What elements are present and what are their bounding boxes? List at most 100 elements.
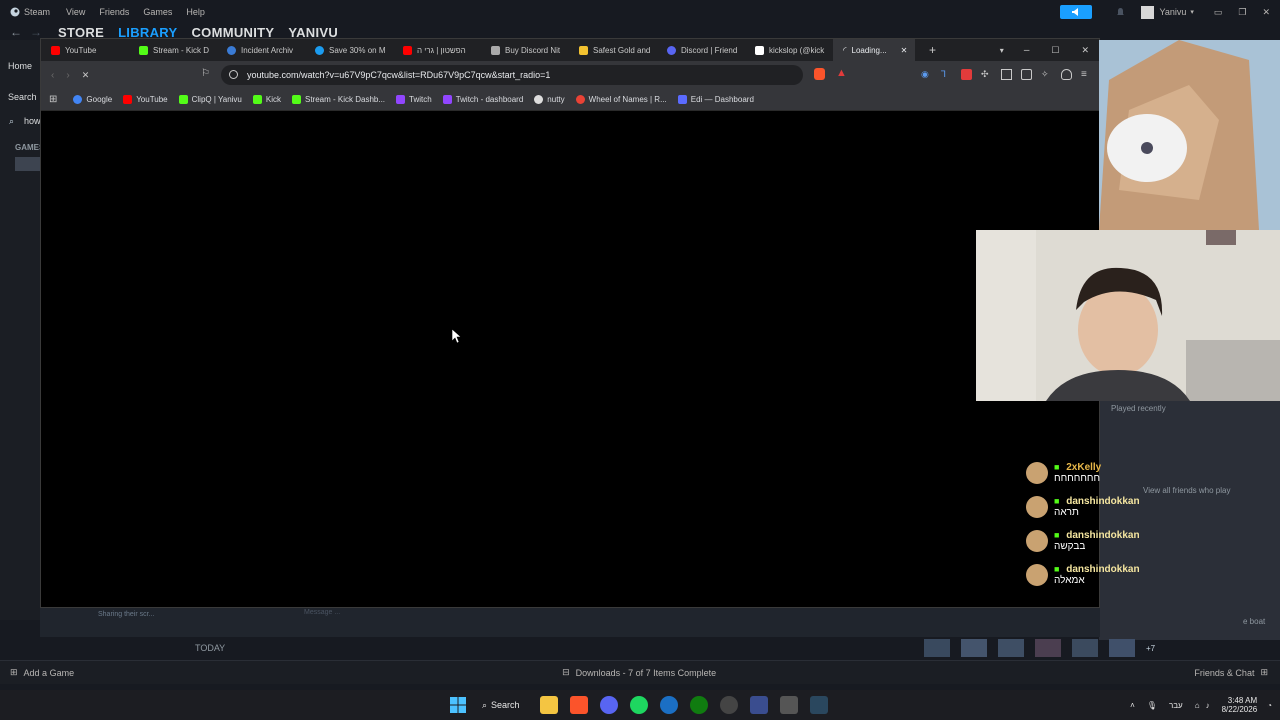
taskbar-search[interactable]: ⌕ Search <box>482 700 520 711</box>
bookmark-nutty[interactable]: nutty <box>534 95 565 104</box>
tab-youtube-hebrew[interactable]: הפשטון | גרי ה <box>393 39 481 61</box>
network-icon[interactable]: ⌂ <box>1195 701 1200 710</box>
puzzle-icon[interactable]: ✣ <box>981 69 992 80</box>
clock-date[interactable]: 8/22/2026 <box>1222 705 1258 714</box>
maximize-icon[interactable]: ☐ <box>1051 45 1059 56</box>
xbox-icon[interactable] <box>689 696 708 714</box>
spotify-icon[interactable] <box>629 696 648 714</box>
message-input[interactable]: Message ... <box>304 609 340 616</box>
game-icon[interactable] <box>961 639 987 657</box>
game-icon[interactable] <box>1072 639 1098 657</box>
steam-logo-text[interactable]: Steam <box>24 7 50 17</box>
start-button[interactable] <box>450 697 466 713</box>
downloads-status[interactable]: Downloads - 7 of 7 Items Complete <box>576 668 717 678</box>
bookmark-kick[interactable]: Kick <box>252 95 281 104</box>
arrow-app-icon[interactable] <box>779 696 798 714</box>
file-explorer-icon[interactable] <box>539 696 558 714</box>
clock-time[interactable]: 3:48 AM <box>1228 696 1257 705</box>
twitch-icon <box>442 95 452 104</box>
game-icon[interactable] <box>998 639 1024 657</box>
tab-kick-stream[interactable]: Stream - Kick D <box>129 39 217 61</box>
vpn-icon[interactable] <box>1061 69 1072 80</box>
steam-icon[interactable] <box>659 696 678 714</box>
audio-icon[interactable]: ◉ <box>921 69 932 80</box>
menu-view[interactable]: View <box>66 7 85 17</box>
bookmark-icon[interactable]: ⚐ <box>201 68 210 79</box>
minimize-icon[interactable]: ▭ <box>1214 7 1223 18</box>
address-bar[interactable]: youtube.com/watch?v=u67V9pC7qcw&list=RDu… <box>221 65 803 85</box>
game-icon[interactable] <box>1109 639 1135 657</box>
site-info-icon[interactable] <box>229 70 238 79</box>
add-game-button[interactable]: Add a Game <box>24 668 75 678</box>
microphone-icon[interactable]: 🎙 <box>1147 701 1157 710</box>
obs-icon[interactable] <box>719 696 738 714</box>
tab-youtube[interactable]: YouTube <box>41 39 129 61</box>
translate-icon[interactable]: Ꞁ <box>941 69 952 80</box>
new-tab-button[interactable]: + <box>929 43 936 57</box>
bookmark-google[interactable]: Google <box>73 95 112 104</box>
webcam-feed <box>976 230 1280 401</box>
menu-icon[interactable]: ≡ <box>1081 69 1092 80</box>
game-icon[interactable] <box>924 639 950 657</box>
extra-count: +7 <box>1146 643 1156 653</box>
maximize-icon[interactable]: ❐ <box>1238 7 1246 18</box>
menu-games[interactable]: Games <box>143 7 172 17</box>
bookmark-twitch-dashboard[interactable]: Twitch - dashboard <box>442 95 523 104</box>
brave-shields-icon[interactable] <box>814 68 825 80</box>
brave-rewards-icon[interactable]: ▲ <box>836 67 847 79</box>
kick-icon <box>252 95 262 104</box>
kick-badge-icon: ■ <box>1054 530 1060 540</box>
user-menu[interactable]: Yanivu <box>1159 7 1186 17</box>
page-viewport[interactable] <box>41 111 1099 607</box>
game-icon[interactable] <box>1035 639 1061 657</box>
tab-steam-sale[interactable]: Save 30% on M <box>305 39 393 61</box>
bookmark-wheel-of-names[interactable]: Wheel of Names | R... <box>575 95 667 104</box>
menu-friends[interactable]: Friends <box>99 7 129 17</box>
leo-icon[interactable]: ✧ <box>1041 69 1052 80</box>
bookmark-twitch[interactable]: Twitch <box>396 95 432 104</box>
app-icon[interactable] <box>749 696 768 714</box>
chat-text: בבקשה <box>1054 541 1086 552</box>
language-indicator[interactable]: עבר <box>1169 701 1183 710</box>
sidebar-icon[interactable] <box>1001 69 1012 80</box>
menu-help[interactable]: Help <box>186 7 205 17</box>
friends-chat-button[interactable]: Friends & Chat <box>1194 668 1254 678</box>
stop-loading-icon[interactable]: ✕ <box>82 70 90 81</box>
bookmark-edi-dashboard[interactable]: Edi — Dashboard <box>677 95 754 104</box>
announcement-button[interactable] <box>1060 5 1093 19</box>
close-tab-icon[interactable]: ✕ <box>901 46 908 55</box>
discord-icon[interactable] <box>599 696 618 714</box>
tab-tiktok[interactable]: kickslop (@kick <box>745 39 833 61</box>
url-text: youtube.com/watch?v=u67V9pC7qcw&list=RDu… <box>247 70 551 80</box>
sidebar-game-item[interactable] <box>15 157 40 171</box>
tab-discord-nitro[interactable]: Buy Discord Nit <box>481 39 569 61</box>
bookmark-clipq[interactable]: ClipQ | Yanivu <box>178 95 242 104</box>
notification-bell-icon[interactable]: ◔ <box>1267 701 1272 710</box>
volume-icon[interactable]: ♪ <box>1206 701 1210 710</box>
close-icon[interactable]: ✕ <box>1262 7 1270 18</box>
forward-arrow-icon[interactable]: → <box>30 25 42 39</box>
brave-icon[interactable] <box>569 696 588 714</box>
tab-incident-archive[interactable]: Incident Archiv <box>217 39 305 61</box>
bell-icon[interactable] <box>1116 7 1125 17</box>
back-icon[interactable]: ‹ <box>51 70 54 81</box>
apps-grid-icon[interactable]: ⊞ <box>49 94 57 105</box>
tab-search-icon[interactable]: ▾ <box>1000 46 1004 55</box>
minimize-icon[interactable]: – <box>1024 45 1030 56</box>
tab-gold[interactable]: Safest Gold and <box>569 39 657 61</box>
steam-client-icon[interactable] <box>809 696 828 714</box>
sidebar-search-input[interactable]: how <box>24 116 41 126</box>
wallet-icon[interactable] <box>1021 69 1032 80</box>
sidebar-home[interactable]: Home <box>8 61 32 71</box>
game-icon-row: +7 <box>924 638 1186 658</box>
bookmark-youtube[interactable]: YouTube <box>123 95 168 104</box>
tab-discord[interactable]: Discord | Friend <box>657 39 745 61</box>
close-icon[interactable]: ✕ <box>1081 45 1089 56</box>
bookmark-kick-dashboard[interactable]: Stream - Kick Dashb... <box>292 95 385 104</box>
forward-icon[interactable]: › <box>66 70 69 81</box>
chevron-up-icon[interactable]: ˄ <box>1130 701 1135 710</box>
user-avatar[interactable] <box>1141 5 1155 19</box>
extension-icon[interactable] <box>961 69 972 80</box>
tab-loading[interactable]: ◜ Loading... ✕ <box>833 39 915 61</box>
back-arrow-icon[interactable]: ← <box>10 25 22 39</box>
